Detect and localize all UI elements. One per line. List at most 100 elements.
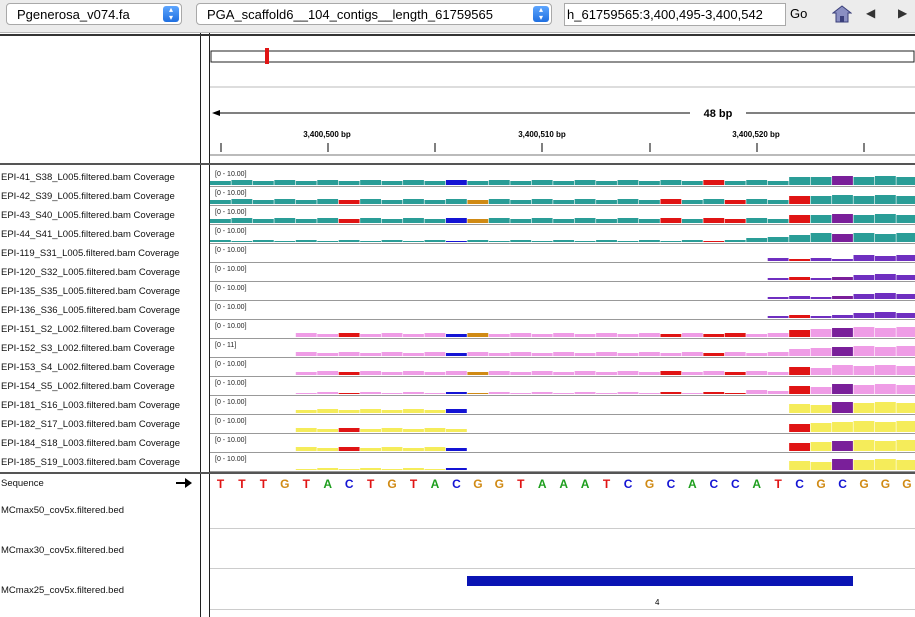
coverage-bar [445, 429, 467, 432]
back-arrow-icon[interactable]: ◀ [866, 6, 875, 20]
coverage-track[interactable] [210, 358, 915, 377]
coverage-bar [424, 240, 446, 242]
coverage-bar [639, 240, 660, 242]
coverage-track[interactable] [210, 453, 915, 472]
genome-dropdown[interactable]: Pgenerosa_v074.fa ▴ ▾ [6, 3, 182, 25]
coverage-bar [810, 329, 832, 337]
sequence-base: T [774, 477, 782, 491]
coverage-bar [210, 219, 231, 223]
forward-arrow-icon[interactable]: ▶ [898, 6, 907, 20]
coverage-bar [360, 334, 381, 337]
ruler-tick-label: 3,400,510 bp [518, 130, 566, 139]
coverage-bar [617, 353, 639, 356]
track-label: EPI-120_S32_L005.filtered.bam Coverage [1, 267, 181, 278]
coverage-bar [832, 296, 853, 299]
data-panel-border [0, 472, 915, 474]
track-label: EPI-41_S38_L005.filtered.bam Coverage [1, 172, 175, 183]
coverage-track[interactable] [210, 206, 915, 225]
coverage-bar [510, 219, 532, 223]
chromosome-value: PGA_scaffold6__104_contigs__length_61759… [207, 7, 493, 22]
coverage-bar [531, 392, 553, 394]
coverage-bar [810, 423, 832, 432]
coverage-track[interactable] [210, 396, 915, 415]
coverage-bar [767, 391, 789, 394]
coverage-bar [531, 218, 553, 223]
coverage-track[interactable] [210, 415, 915, 434]
coverage-bar [681, 240, 703, 242]
coverage-bar [403, 448, 424, 451]
coverage-track[interactable] [210, 377, 915, 396]
coverage-bar [703, 241, 725, 242]
coverage-bar [853, 327, 875, 337]
coverage-track[interactable] [210, 339, 915, 358]
coverage-track[interactable] [210, 263, 915, 282]
strand-arrow-icon[interactable] [175, 477, 193, 489]
coverage-bar [874, 312, 896, 318]
coverage-bar [317, 334, 339, 337]
coverage-bar [231, 241, 253, 242]
coverage-bar [639, 393, 660, 394]
coverage-track[interactable] [210, 434, 915, 453]
coverage-bar [252, 200, 274, 204]
coverage-bar [445, 468, 467, 470]
coverage-bar [381, 410, 403, 413]
coverage-bar [317, 392, 339, 394]
coverage-bar [832, 259, 853, 261]
coverage-track[interactable] [210, 168, 915, 187]
coverage-bar [360, 468, 381, 470]
locus-input[interactable]: h_61759565:3,400,495-3,400,542 [564, 3, 786, 26]
sequence-base: C [795, 477, 804, 491]
coverage-bar [574, 371, 596, 375]
coverage-bar [210, 200, 231, 204]
coverage-bar [874, 402, 896, 413]
coverage-bar [252, 181, 274, 185]
coverage-bar [488, 334, 510, 337]
coverage-bar [896, 440, 915, 451]
coverage-bar [403, 392, 424, 394]
coverage-bar [660, 371, 682, 375]
sequence-base: A [580, 477, 590, 491]
coverage-track[interactable] [210, 187, 915, 206]
coverage-bar [767, 297, 789, 299]
coverage-bar [639, 181, 660, 185]
coverage-bar [660, 199, 682, 204]
coverage-bar [295, 428, 317, 432]
home-icon[interactable] [832, 4, 852, 24]
coverage-bar [424, 428, 446, 432]
ruler-panel[interactable]: 48 bp 3,400,500 bp 3,400,510 bp 3,400,52… [210, 37, 915, 163]
coverage-bar [295, 469, 317, 470]
coverage-bar [403, 180, 424, 185]
coverage-bar [746, 199, 768, 204]
coverage-track[interactable] [210, 301, 915, 320]
coverage-track[interactable] [210, 282, 915, 301]
coverage-bar [896, 460, 915, 470]
coverage-bar [424, 469, 446, 470]
coverage-bar [381, 393, 403, 394]
coverage-bar [596, 372, 617, 375]
coverage-bar [703, 334, 725, 337]
go-button[interactable]: Go [790, 4, 807, 24]
chromosome-dropdown[interactable]: PGA_scaffold6__104_contigs__length_61759… [196, 3, 552, 25]
coverage-bar [617, 218, 639, 223]
coverage-bar [681, 372, 703, 375]
panel-divider[interactable] [200, 33, 201, 617]
coverage-bar [703, 199, 725, 204]
coverage-track[interactable] [210, 320, 915, 339]
coverage-bar [660, 353, 682, 356]
coverage-bar [424, 447, 446, 451]
coverage-bar [403, 468, 424, 470]
coverage-bar [295, 333, 317, 337]
coverage-bar [338, 447, 360, 451]
coverage-track[interactable] [210, 244, 915, 263]
coverage-bar [467, 219, 489, 223]
coverage-track[interactable] [210, 225, 915, 244]
coverage-bar [445, 180, 467, 185]
coverage-bar [252, 240, 274, 242]
coverage-bar [896, 233, 915, 242]
bed-feature[interactable] [467, 576, 853, 586]
coverage-bar [424, 219, 446, 223]
coverage-bar [596, 219, 617, 223]
coverage-bar [403, 218, 424, 223]
coverage-bar [381, 200, 403, 204]
coverage-bar [810, 258, 832, 261]
